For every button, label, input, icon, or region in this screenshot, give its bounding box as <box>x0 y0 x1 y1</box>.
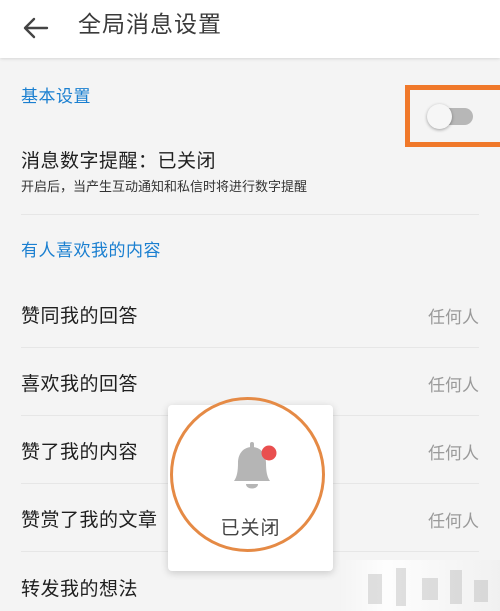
numeric-reminder-subtitle: 开启后，当产生互动通知和私信时将进行数字提醒 <box>21 180 308 195</box>
list-item-agree-answer[interactable]: 赞同我的回答 任何人 <box>21 280 479 348</box>
section-header-liked: 有人喜欢我的内容 <box>21 241 161 261</box>
numeric-reminder-title: 消息数字提醒：已关闭 <box>21 150 217 172</box>
list-item-label: 赞同我的回答 <box>21 305 139 327</box>
toast-text: 已关闭 <box>220 517 281 539</box>
toggle-highlight-box <box>405 85 500 147</box>
bell-icon <box>234 442 277 489</box>
toggle-knob <box>427 104 452 129</box>
watermark <box>338 560 500 611</box>
list-item-value: 任何人 <box>428 308 479 328</box>
arrow-left-icon <box>23 17 49 39</box>
section-header-basic: 基本设置 <box>21 87 91 107</box>
status-toast: 已关闭 <box>168 397 333 571</box>
list-item-label: 赞赏了我的文章 <box>21 509 158 531</box>
page-title: 全局消息设置 <box>78 12 222 38</box>
list-item-label: 喜欢我的回答 <box>21 373 139 395</box>
list-item-label: 赞了我的内容 <box>21 441 139 463</box>
list-item-label: 转发我的想法 <box>21 578 139 600</box>
back-button[interactable] <box>14 8 58 48</box>
numeric-reminder-toggle[interactable] <box>427 104 473 129</box>
list-item-value: 任何人 <box>428 512 479 532</box>
list-item-value: 任何人 <box>428 444 479 464</box>
list-item-value: 任何人 <box>428 376 479 396</box>
app-bar: 全局消息设置 <box>0 0 500 58</box>
